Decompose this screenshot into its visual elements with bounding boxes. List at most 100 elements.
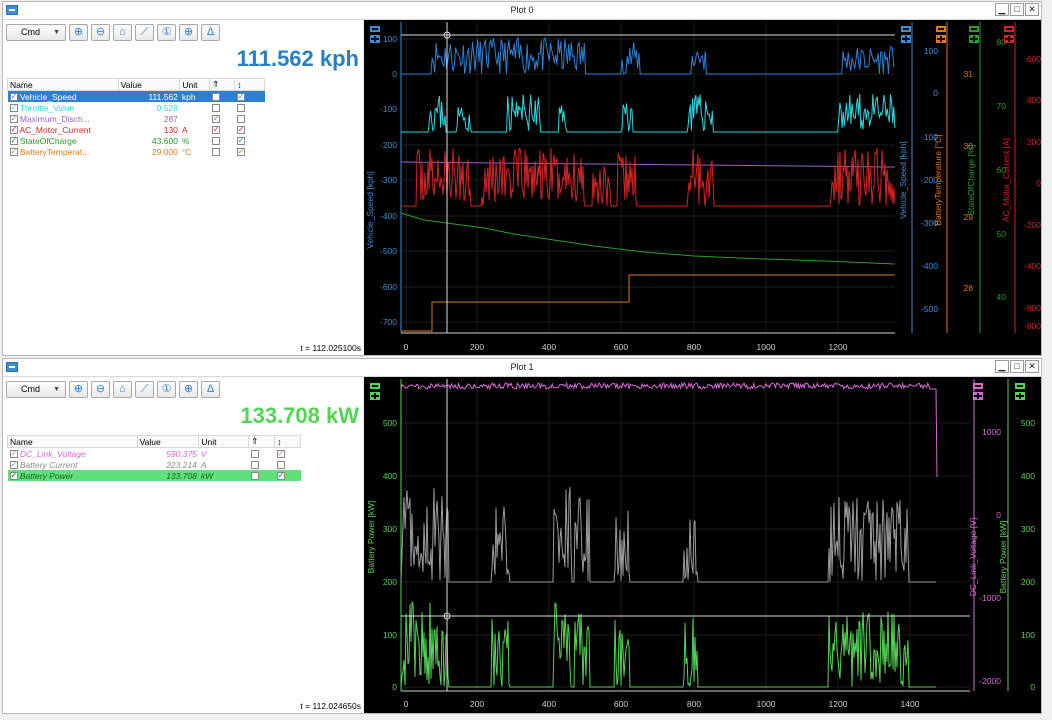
channel-enable-checkbox[interactable]: ✓ xyxy=(9,104,18,113)
axis-checkbox[interactable]: ✓ xyxy=(236,126,245,135)
axis-checkbox[interactable]: ✓ xyxy=(276,472,285,481)
col-value[interactable]: Value xyxy=(136,435,200,448)
channel-row[interactable]: ✓ Vehicle_Speed 111.562 kph ✓ xyxy=(7,90,265,102)
col-value[interactable]: Value xyxy=(117,78,181,91)
channel-enable-checkbox[interactable]: ✓ xyxy=(9,461,18,470)
ruler-button[interactable]: ⟋ xyxy=(135,23,154,41)
col-axis[interactable]: ↕ xyxy=(234,78,265,91)
channel-enable-checkbox[interactable]: ✓ xyxy=(9,450,18,459)
right-axis-tick: 0 xyxy=(1036,178,1041,188)
plot1-channel-panel: Cmd ▼ ⊕ ⊖ ⌂ ⟋ ① ⊕ Δ 133.708 kW Name Value… xyxy=(3,377,363,713)
right-axis-tick: 100 xyxy=(1021,630,1035,640)
axis-checkbox[interactable]: ✓ xyxy=(276,450,285,459)
plot0-chart-area[interactable]: 0 200 400 600 800 1000 1200 100 0 -100 -200 -300 -40… xyxy=(364,20,1041,355)
series-motor-current xyxy=(401,147,896,207)
zoom-out-button[interactable]: ⊖ xyxy=(91,23,110,41)
visible-checkbox[interactable] xyxy=(211,93,220,102)
col-unit[interactable]: Unit xyxy=(179,78,211,91)
col-name[interactable]: Name xyxy=(7,435,138,448)
left-axis-marker-bar-top-gap xyxy=(372,385,378,387)
ruler-button[interactable]: ⟋ xyxy=(135,380,154,398)
maximize-button[interactable]: □ xyxy=(1010,360,1024,373)
visible-checkbox-cell: ✓ xyxy=(210,113,235,124)
channel-enable-checkbox[interactable]: ✓ xyxy=(9,148,18,157)
delta-button[interactable]: Δ xyxy=(201,23,220,41)
channel-unit: V xyxy=(200,448,207,459)
close-button[interactable]: ✕ xyxy=(1025,3,1039,16)
channel-name-cell: ✓ DC_Link_Voltage xyxy=(8,448,138,460)
channel-value: 111.562 xyxy=(148,91,178,102)
visible-checkbox[interactable] xyxy=(211,148,220,157)
one-to-one-button[interactable]: ① xyxy=(157,23,176,41)
channel-enable-checkbox[interactable]: ✓ xyxy=(9,137,18,146)
cursor-timestamp: t = 112.024650s xyxy=(300,701,361,711)
channel-unit xyxy=(180,113,210,124)
visible-checkbox[interactable] xyxy=(211,137,220,146)
col-visible[interactable]: ⇑ xyxy=(209,78,236,91)
channel-name-cell: ✓ Maximum_Disch... xyxy=(8,113,119,124)
maximize-button[interactable]: □ xyxy=(1010,3,1024,16)
col-name[interactable]: Name xyxy=(7,78,119,91)
visible-checkbox-cell xyxy=(210,135,235,146)
channel-row[interactable]: ✓ Maximum_Disch... 287 ✓ xyxy=(7,113,265,124)
cmd-dropdown[interactable]: Cmd ▼ xyxy=(6,23,66,41)
lock-button[interactable]: ⌂ xyxy=(113,380,132,398)
plus-icon: ⊕ xyxy=(183,382,194,395)
visible-checkbox[interactable] xyxy=(250,461,259,470)
plot0-titlebar[interactable]: Plot 0 ▁ □ ✕ xyxy=(3,2,1041,20)
channel-row[interactable]: ✓ AC_Motor_Current 130 A ✓ ✓ xyxy=(7,124,265,135)
zoom-in-button[interactable]: ⊕ xyxy=(69,380,88,398)
one-icon: ① xyxy=(161,25,172,38)
one-to-one-button[interactable]: ① xyxy=(157,380,176,398)
visible-checkbox[interactable] xyxy=(250,472,259,481)
channel-enable-checkbox[interactable]: ✓ xyxy=(9,126,18,135)
channel-row[interactable]: ✓ StateOfCharge 43.600% ✓ xyxy=(7,135,265,146)
delta-icon: Δ xyxy=(206,382,215,395)
close-button[interactable]: ✕ xyxy=(1025,360,1039,373)
minimize-button[interactable]: ▁ xyxy=(995,360,1009,373)
channel-enable-checkbox[interactable]: ✓ xyxy=(9,472,18,481)
col-unit[interactable]: Unit xyxy=(198,435,250,448)
add-button[interactable]: ⊕ xyxy=(179,380,198,398)
right-axis-label: Vehicle_Speed [kph] xyxy=(898,141,908,219)
visible-checkbox[interactable] xyxy=(250,450,259,459)
channel-row[interactable]: ✓ Battery Current 223.214 A xyxy=(7,459,301,470)
channel-row[interactable]: ✓ BatteryTemperat... 29.000 °C ✓ xyxy=(7,146,265,157)
plot0-chart[interactable]: 0 200 400 600 800 1000 12001000-100-200-300-40… xyxy=(364,20,1041,355)
zoom-out-button[interactable]: ⊖ xyxy=(91,380,110,398)
channel-enable-checkbox[interactable]: ✓ xyxy=(9,93,18,102)
axis-checkbox-cell: ✓ xyxy=(235,124,265,135)
axis-checkbox[interactable]: ✓ xyxy=(236,93,245,102)
lock-button[interactable]: ⌂ xyxy=(113,23,132,41)
ruler-icon: ⟋ xyxy=(140,382,149,395)
axis-checkbox[interactable]: ✓ xyxy=(236,137,245,146)
channel-row[interactable]: ✓ DC_Link_Voltage 590.375 V ✓ xyxy=(7,447,301,460)
x-tick-label: 400 xyxy=(542,342,556,352)
plot1-titlebar[interactable]: Plot 1 ▁ □ ✕ xyxy=(3,359,1041,377)
cmd-dropdown[interactable]: Cmd ▼ xyxy=(6,380,66,398)
minimize-button[interactable]: ▁ xyxy=(995,3,1009,16)
col-axis[interactable]: ↕ xyxy=(274,435,301,448)
delta-button[interactable]: Δ xyxy=(201,380,220,398)
axis-checkbox[interactable]: ✓ xyxy=(236,148,245,157)
plot1-chart[interactable]: 0 200 400 600 800 1000 1200 1400500400300200100… xyxy=(364,377,1041,713)
visible-checkbox[interactable]: ✓ xyxy=(211,115,220,124)
axis-checkbox[interactable] xyxy=(236,115,245,124)
plot1-chart-area[interactable]: 0 200 400 600 800 1000 1200 1400 500 400 300 200 100… xyxy=(364,377,1041,713)
add-button[interactable]: ⊕ xyxy=(179,23,198,41)
visible-checkbox[interactable]: ✓ xyxy=(211,126,220,135)
channel-row[interactable]: ✓ Battery Power 133.708 kW ✓ xyxy=(7,470,301,481)
channel-enable-checkbox[interactable]: ✓ xyxy=(9,115,18,124)
channel-row[interactable]: ✓ Throttle_Value 0.528 xyxy=(7,102,265,113)
axis-checkbox[interactable] xyxy=(276,461,285,470)
channel-name: Throttle_Value xyxy=(17,102,75,113)
axis-checkbox[interactable] xyxy=(236,104,245,113)
zoom-in-button[interactable]: ⊕ xyxy=(69,23,88,41)
col-visible[interactable]: ⇑ xyxy=(248,435,276,448)
channel-name: Battery Current xyxy=(17,459,78,470)
lock-icon: ⌂ xyxy=(119,25,126,38)
visible-checkbox[interactable] xyxy=(211,104,220,113)
channel-unit: A xyxy=(181,124,188,135)
plus-icon: ⊕ xyxy=(183,25,194,38)
plot1-title: Plot 1 xyxy=(510,362,534,372)
